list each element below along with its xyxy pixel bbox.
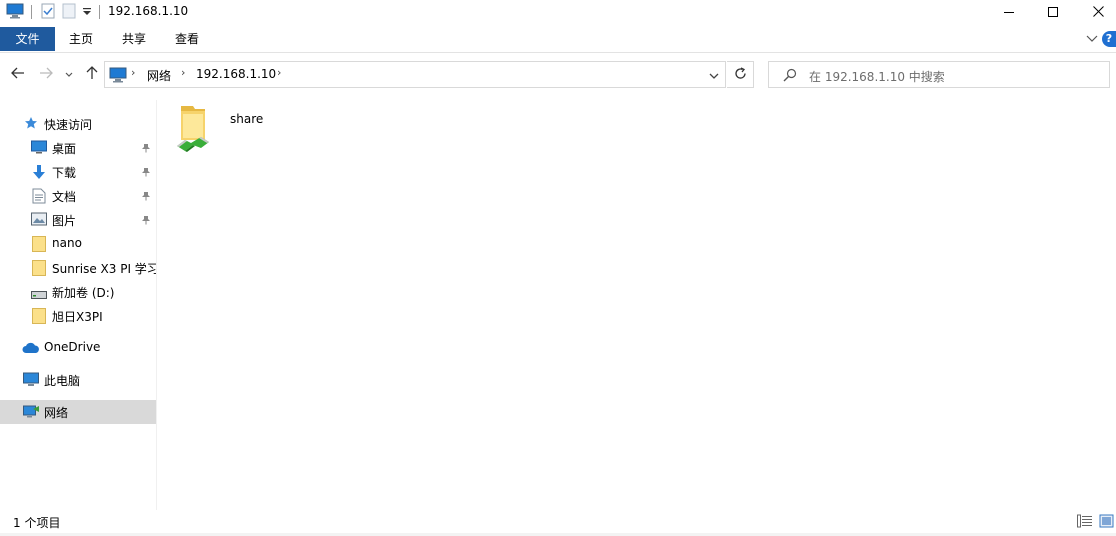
sidebar-item-pictures[interactable]: 图片 <box>0 208 156 232</box>
breadcrumb-chevron-icon[interactable]: › <box>131 66 135 79</box>
title-bar: 192.168.1.10 <box>0 0 1116 25</box>
close-button[interactable] <box>1075 0 1116 25</box>
sidebar-item-label: 此电脑 <box>44 374 81 388</box>
title-divider <box>99 5 100 19</box>
sidebar-item-label: 新加卷 (D:) <box>52 286 115 300</box>
sidebar-item-label: 网络 <box>44 406 69 420</box>
cloud-icon <box>22 342 40 357</box>
sidebar-item-label: Sunrise X3 PI 学习 <box>52 262 156 276</box>
sidebar-item-desktop[interactable]: 桌面 <box>0 136 156 160</box>
computer-icon[interactable] <box>6 3 24 22</box>
network-share-folder-icon <box>175 102 215 159</box>
window-title: 192.168.1.10 <box>108 4 189 18</box>
maximize-icon <box>1048 6 1058 20</box>
tab-share[interactable]: 共享 <box>111 27 157 51</box>
breadcrumb-chevron-icon[interactable]: › <box>181 66 185 79</box>
quick-access-divider <box>31 5 32 19</box>
tab-view[interactable]: 查看 <box>164 27 210 51</box>
large-icons-view-icon[interactable] <box>1099 514 1115 528</box>
sidebar-item-label: OneDrive <box>44 340 101 354</box>
sidebar-item-label: 下载 <box>52 166 77 180</box>
folder-item-share[interactable]: share <box>175 100 285 160</box>
sidebar-item-documents[interactable]: 文档 <box>0 184 156 208</box>
chevron-down-icon <box>65 67 73 81</box>
expand-ribbon-icon[interactable] <box>1086 32 1098 46</box>
sidebar-item-this-pc[interactable]: 此电脑 <box>0 368 156 392</box>
sidebar-item-label: 桌面 <box>52 142 77 156</box>
sidebar-item-downloads[interactable]: 下载 <box>0 160 156 184</box>
pin-icon[interactable] <box>141 214 151 228</box>
sidebar-item-onedrive[interactable]: OneDrive <box>0 336 156 360</box>
back-arrow-icon <box>11 67 25 82</box>
help-icon[interactable]: ? <box>1102 31 1116 47</box>
sidebar-item-nano[interactable]: nano <box>0 232 156 256</box>
pane-divider[interactable] <box>156 100 157 510</box>
status-item-count: 1 个项目 <box>13 516 61 530</box>
search-placeholder: 在 192.168.1.10 中搜索 <box>809 70 945 84</box>
computer-icon <box>23 372 39 390</box>
close-icon <box>1092 5 1104 20</box>
sidebar-item-drive-d[interactable]: 新加卷 (D:) <box>0 280 156 304</box>
navigation-pane: 快速访问 桌面 下载 文档 图片 nano Sunrise X3 PI 学习 新… <box>0 100 156 510</box>
refresh-icon <box>734 66 747 83</box>
sidebar-item-label: 图片 <box>52 214 77 228</box>
address-bar[interactable]: › 网络 › 192.168.1.10 › <box>104 61 726 88</box>
sidebar-item-label: 文档 <box>52 190 77 204</box>
folder-icon <box>32 260 46 279</box>
search-icon <box>783 68 797 85</box>
sidebar-item-network[interactable]: 网络 <box>0 400 156 424</box>
customize-quick-access-icon[interactable] <box>82 6 92 20</box>
refresh-button[interactable] <box>727 61 754 88</box>
sidebar-item-label: 旭日X3PI <box>52 310 103 324</box>
forward-arrow-icon <box>39 67 53 82</box>
pin-icon[interactable] <box>141 142 151 156</box>
star-icon <box>24 116 38 133</box>
minimize-icon <box>1004 6 1014 20</box>
properties-icon[interactable] <box>40 3 56 22</box>
computer-icon <box>109 67 127 86</box>
up-button[interactable] <box>82 64 102 84</box>
tab-home[interactable]: 主页 <box>58 27 104 51</box>
pin-icon[interactable] <box>141 190 151 204</box>
tab-file[interactable]: 文件 <box>0 27 55 51</box>
search-input[interactable]: 在 192.168.1.10 中搜索 <box>768 61 1110 88</box>
maximize-button[interactable] <box>1030 0 1076 25</box>
forward-button[interactable] <box>36 64 56 84</box>
sidebar-item-quick-access[interactable]: 快速访问 <box>0 112 156 136</box>
documents-icon <box>32 188 46 207</box>
pin-icon[interactable] <box>141 166 151 180</box>
drive-icon <box>31 288 47 302</box>
minimize-button[interactable] <box>986 0 1032 25</box>
details-view-icon[interactable] <box>1077 514 1093 528</box>
folder-name: share <box>230 112 264 126</box>
breadcrumb-network[interactable]: 网络 <box>147 67 171 84</box>
sidebar-item-label: 快速访问 <box>44 118 93 132</box>
address-history-icon[interactable] <box>709 69 719 83</box>
up-arrow-icon <box>86 65 98 83</box>
pictures-icon <box>31 212 47 229</box>
network-icon <box>23 404 40 422</box>
recent-locations-button[interactable] <box>62 64 76 84</box>
desktop-icon <box>31 140 47 157</box>
back-button[interactable] <box>8 64 28 84</box>
folder-icon <box>32 236 46 255</box>
sidebar-item-sunrise-x3-pi[interactable]: Sunrise X3 PI 学习 <box>0 256 156 280</box>
breadcrumb-host[interactable]: 192.168.1.10 <box>196 67 276 81</box>
breadcrumb-chevron-icon[interactable]: › <box>277 66 281 79</box>
folder-icon <box>32 308 46 327</box>
ribbon-tabs: 文件 主页 共享 查看 ? <box>0 25 1116 53</box>
sidebar-item-label: nano <box>52 236 82 250</box>
new-folder-icon[interactable] <box>62 3 76 22</box>
download-icon <box>31 164 47 183</box>
sidebar-item-x3pi[interactable]: 旭日X3PI <box>0 304 156 328</box>
